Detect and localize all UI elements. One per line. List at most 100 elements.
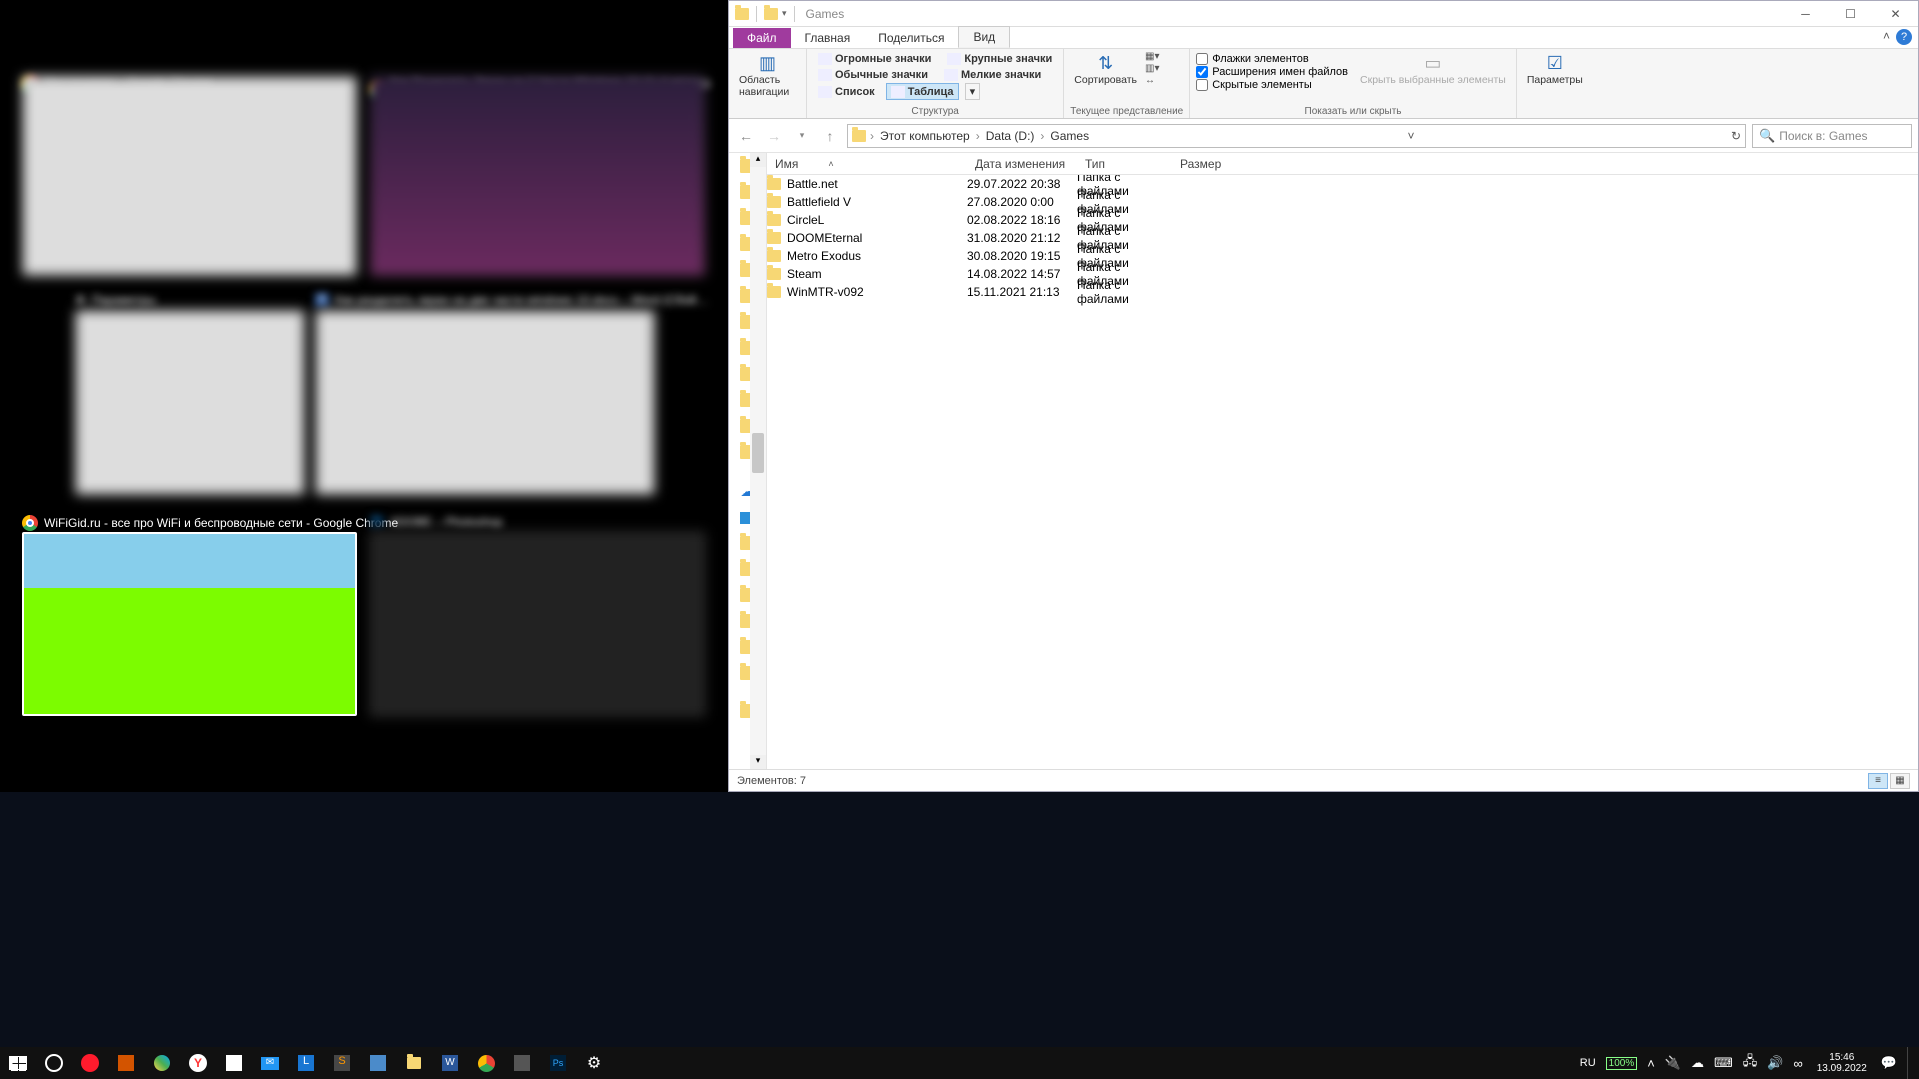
taskbar-app-yandex[interactable]: Y [180, 1047, 216, 1079]
taskview-thumb-photoshop[interactable] [370, 532, 705, 716]
view-mode-large[interactable]: Крупные значки [942, 51, 1057, 67]
taskbar-app[interactable] [360, 1047, 396, 1079]
column-header-type[interactable]: Тип [1077, 157, 1172, 171]
table-row[interactable]: Metro Exodus30.08.2020 19:15Папка с файл… [767, 247, 1918, 265]
nav-forward-button[interactable]: → [763, 125, 785, 147]
table-row[interactable]: Steam14.08.2022 14:57Папка с файлами [767, 265, 1918, 283]
hide-selected-button[interactable]: ▭ Скрыть выбранные элементы [1356, 51, 1510, 91]
power-icon[interactable]: 🔌 [1665, 1055, 1681, 1071]
nav-pane-collapsed[interactable]: ☁ ▴ ▾ [729, 153, 767, 769]
folder-icon[interactable] [764, 8, 778, 20]
breadcrumb-seg[interactable]: Этот компьютер [878, 129, 972, 143]
search-box[interactable]: 🔍 [1752, 124, 1912, 148]
taskbar-app-mail[interactable]: ✉ [252, 1047, 288, 1079]
layout-more-icon[interactable]: ▾ [965, 83, 981, 100]
file-date: 31.08.2020 21:12 [967, 231, 1077, 245]
taskbar-app-chrome[interactable] [468, 1047, 504, 1079]
taskbar-app-opera[interactable] [72, 1047, 108, 1079]
view-mode-normal[interactable]: Обычные значки [813, 67, 933, 83]
chevron-right-icon[interactable]: › [976, 129, 980, 143]
normal-icons-icon [818, 69, 832, 81]
taskbar-app[interactable] [108, 1047, 144, 1079]
search-input[interactable] [1779, 129, 1905, 143]
taskbar-app[interactable] [504, 1047, 540, 1079]
sync-icon[interactable]: ∞ [1793, 1056, 1802, 1071]
table-row[interactable]: Battlefield V27.08.2020 0:00Папка с файл… [767, 193, 1918, 211]
task-view-button[interactable] [0, 1047, 36, 1079]
nav-up-button[interactable]: ↑ [819, 125, 841, 147]
taskbar-app-sublime[interactable]: S [324, 1047, 360, 1079]
chevron-right-icon[interactable]: › [870, 129, 874, 143]
options-button[interactable]: ☑ Параметры [1523, 51, 1587, 88]
qat-dropdown-icon[interactable]: ▾ [782, 8, 787, 19]
onedrive-tray-icon[interactable]: ☁ [1691, 1055, 1704, 1071]
taskbar-app[interactable] [144, 1047, 180, 1079]
view-mode-small[interactable]: Мелкие значки [939, 67, 1046, 83]
help-icon[interactable]: ? [1896, 29, 1912, 45]
chevron-right-icon[interactable]: › [1040, 129, 1044, 143]
nav-recent-dropdown[interactable]: ▾ [791, 125, 813, 147]
volume-icon[interactable]: 🔊 [1767, 1055, 1783, 1071]
details-view-button[interactable]: ≡ [1868, 773, 1888, 789]
minimize-button[interactable]: ─ [1783, 1, 1828, 27]
nav-back-button[interactable]: ← [735, 125, 757, 147]
scroll-down-icon[interactable]: ▾ [750, 755, 766, 769]
view-mode-list[interactable]: Список [813, 83, 880, 100]
taskview-thumb-wifigid[interactable] [22, 532, 357, 716]
scroll-up-icon[interactable]: ▴ [750, 153, 766, 167]
item-checkboxes-toggle[interactable]: Флажки элементов [1196, 53, 1348, 65]
taskview-thumb-chrome-video[interactable] [370, 76, 705, 276]
large-icons-view-button[interactable]: ▦ [1890, 773, 1910, 789]
table-row[interactable]: DOOMEternal31.08.2020 21:12Папка с файла… [767, 229, 1918, 247]
taskbar-app-photoshop[interactable]: Ps [540, 1047, 576, 1079]
folder-icon[interactable] [735, 8, 749, 20]
scrollbar-thumb[interactable] [752, 433, 764, 473]
column-header-name[interactable]: Имя˄ [767, 157, 967, 171]
taskview-thumb-word[interactable] [315, 310, 655, 495]
ribbon-tab-home[interactable]: Главная [791, 28, 865, 48]
table-row[interactable]: WinMTR-v09215.11.2021 21:13Папка с файла… [767, 283, 1918, 301]
table-row[interactable]: CircleL02.08.2022 18:16Папка с файлами [767, 211, 1918, 229]
group-by-button[interactable]: ▦▾ [1145, 51, 1159, 62]
size-columns-button[interactable]: ↔ [1145, 75, 1159, 86]
search-button[interactable] [36, 1047, 72, 1079]
window-titlebar[interactable]: ▾ Games ─ ☐ ✕ [729, 1, 1918, 27]
action-center-icon[interactable]: 💬 [1881, 1055, 1897, 1071]
taskbar-app-settings[interactable]: ⚙ [576, 1047, 612, 1079]
table-row[interactable]: Battle.net29.07.2022 20:38Папка с файлам… [767, 175, 1918, 193]
column-header-date[interactable]: Дата изменения [967, 157, 1077, 171]
ribbon-tab-file[interactable]: Файл [733, 28, 791, 48]
battery-indicator[interactable]: 100% [1606, 1057, 1638, 1070]
collapse-ribbon-icon[interactable]: ˄ [1883, 29, 1890, 45]
taskview-thumb-settings[interactable] [75, 310, 305, 495]
add-columns-button[interactable]: ▥▾ [1145, 63, 1159, 74]
input-language[interactable]: RU [1580, 1057, 1596, 1069]
close-button[interactable]: ✕ [1873, 1, 1918, 27]
sort-button[interactable]: ⇅ Сортировать [1070, 51, 1141, 88]
nav-pane-button[interactable]: ▥ Область навигации [735, 51, 800, 100]
hidden-items-toggle[interactable]: Скрытые элементы [1196, 79, 1348, 91]
breadcrumb-seg[interactable]: Data (D:) [984, 129, 1037, 143]
breadcrumb-seg[interactable]: Games [1048, 129, 1091, 143]
column-header-size[interactable]: Размер [1172, 157, 1232, 171]
view-mode-table[interactable]: Таблица [886, 83, 959, 100]
view-mode-huge[interactable]: Огромные значки [813, 51, 936, 67]
taskview-thumb-chrome-messenger[interactable] [22, 76, 357, 276]
taskbar-app[interactable]: L [288, 1047, 324, 1079]
taskbar-app[interactable] [216, 1047, 252, 1079]
tray-overflow-icon[interactable]: ˄ [1647, 1056, 1655, 1071]
address-dropdown-icon[interactable]: ˅ [1408, 129, 1415, 143]
keyboard-icon[interactable]: ⌨ [1714, 1055, 1733, 1071]
refresh-button[interactable]: ↻ [1731, 129, 1741, 143]
maximize-button[interactable]: ☐ [1828, 1, 1873, 27]
address-bar[interactable]: › Этот компьютер › Data (D:) › Games ˅ ↻ [847, 124, 1746, 148]
network-icon[interactable]: 🖧 [1743, 1052, 1758, 1074]
taskbar-app-word[interactable]: W [432, 1047, 468, 1079]
taskbar-clock[interactable]: 15:46 13.09.2022 [1813, 1052, 1871, 1074]
ribbon-tab-view[interactable]: Вид [958, 26, 1010, 48]
navpane-scrollbar[interactable]: ▴ ▾ [750, 153, 766, 769]
ribbon-tab-share[interactable]: Поделиться [864, 28, 958, 48]
file-extensions-toggle[interactable]: Расширения имен файлов [1196, 66, 1348, 78]
taskbar-app-explorer[interactable] [396, 1047, 432, 1079]
show-desktop-button[interactable] [1907, 1047, 1913, 1079]
